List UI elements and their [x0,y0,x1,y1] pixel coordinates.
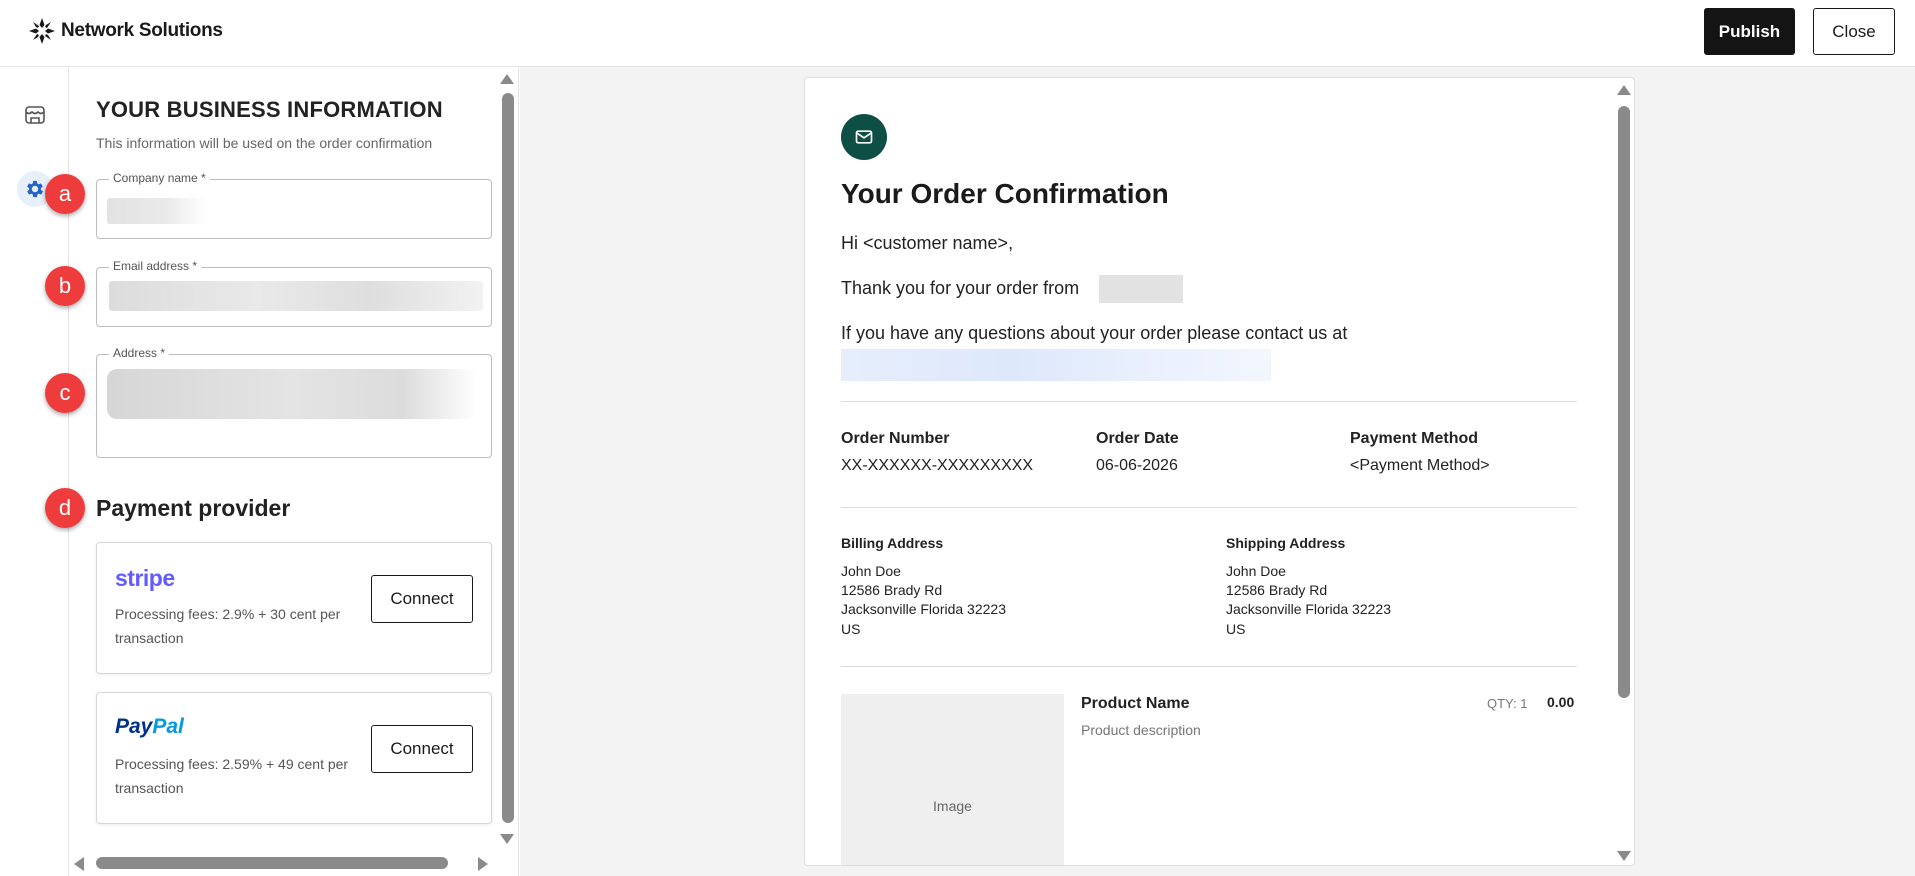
close-button[interactable]: Close [1813,8,1895,55]
stripe-fees: Processing fees: 2.9% + 30 cent per tran… [115,606,341,646]
email-greeting: Hi <customer name>, [841,233,1014,253]
shipping-line-name: John Doe [1226,563,1286,579]
business-info-subtitle: This information will be used on the ord… [96,135,433,151]
shipping-line-city: Jacksonville Florida 32223 [1226,601,1391,617]
address-label: Address * [109,346,170,360]
brand-name: Network Solutions [61,20,223,41]
email-scroll-down-arrow-icon[interactable] [1616,850,1632,862]
paypal-connect-button[interactable]: Connect [371,725,473,773]
company-name-field[interactable]: Company name * [96,171,492,239]
panel-vertical-scrollbar[interactable] [502,93,514,823]
billing-line-name: John Doe [841,563,901,579]
email-preview-area: Your Order Confirmation Hi <customer nam… [520,67,1915,876]
product-quantity: QTY: 1 [1487,696,1528,711]
email-address-label: Email address * [109,259,202,273]
paypal-logo-pal: Pal [152,715,184,738]
shipping-address-label: Shipping Address [1226,535,1346,551]
scroll-up-arrow-icon[interactable] [499,73,515,85]
annotation-marker-c: c [45,373,85,413]
paypal-logo-pay: Pay [115,715,153,738]
mail-badge [841,114,887,160]
scroll-down-arrow-icon[interactable] [499,833,515,845]
envelope-icon [855,130,873,144]
product-image-label: Image [933,798,972,814]
order-number-value: XX-XXXXXX-XXXXXXXXX [841,457,1034,474]
business-settings-panel: YOUR BUSINESS INFORMATION This informati… [69,67,519,876]
publish-button[interactable]: Publish [1704,8,1795,55]
divider [841,666,1577,667]
email-vertical-scrollbar[interactable] [1618,106,1630,698]
email-thanks: Thank you for your order from [841,278,1080,298]
top-bar: Network Solutions Publish Close [0,0,1915,67]
divider [841,507,1577,508]
email-address-value-redacted [109,281,483,311]
panel-horizontal-scrollbar[interactable] [96,857,448,869]
shipping-line-street: 12586 Brady Rd [1226,582,1328,598]
billing-line-city: Jacksonville Florida 32223 [841,601,1006,617]
payment-provider-title: Payment provider [96,495,291,521]
brand-logo[interactable]: Network Solutions [27,16,223,46]
product-image-placeholder: Image [841,694,1064,865]
billing-line-country: US [841,621,861,637]
order-date-label: Order Date [1096,430,1179,447]
order-number-label: Order Number [841,430,950,447]
payment-method-label: Payment Method [1350,430,1479,447]
billing-address-label: Billing Address [841,535,944,551]
product-price: 0.00 [1547,694,1575,710]
annotation-marker-b: b [45,266,85,306]
shipping-line-country: US [1226,621,1246,637]
email-address-field[interactable]: Email address * [96,259,492,327]
company-name-redacted [1099,275,1183,303]
paypal-provider-card: PayPal Processing fees: 2.59% + 49 cent … [96,692,492,824]
contact-email-redacted[interactable] [841,349,1271,381]
payment-method-value: <Payment Method> [1350,457,1490,474]
scroll-left-arrow-icon[interactable] [73,856,85,872]
company-name-value-redacted [107,198,207,224]
business-info-title: YOUR BUSINESS INFORMATION [96,97,443,122]
stripe-connect-button[interactable]: Connect [371,575,473,623]
billing-line-street: 12586 Brady Rd [841,582,943,598]
paypal-logo: PayPal [115,715,184,739]
address-field[interactable]: Address * [96,346,492,458]
scroll-right-arrow-icon[interactable] [477,856,489,872]
divider [841,401,1577,402]
address-value-redacted [107,369,477,419]
email-scroll-up-arrow-icon[interactable] [1616,84,1632,96]
company-name-label: Company name * [109,171,210,185]
stripe-logo: stripe [115,565,175,591]
product-name: Product Name [1081,695,1190,712]
annotation-marker-d: d [45,488,85,528]
annotation-marker-a: a [45,174,85,214]
email-thanks-text: Thank you for your order from [841,278,1079,299]
order-date-value: 06-06-2026 [1096,457,1178,474]
email-title: Your Order Confirmation [841,178,1169,209]
gear-icon [27,180,43,198]
paypal-fees: Processing fees: 2.59% + 49 cent per tra… [115,756,349,796]
storefront-icon [25,106,45,124]
network-solutions-logo-icon [29,18,55,44]
rail-item-storefront[interactable] [17,97,53,133]
email-questions: If you have any questions about your ord… [841,323,1348,343]
stripe-provider-card: stripe Processing fees: 2.9% + 30 cent p… [96,542,492,674]
order-confirmation-email: Your Order Confirmation Hi <customer nam… [804,77,1635,866]
product-description: Product description [1081,722,1201,738]
